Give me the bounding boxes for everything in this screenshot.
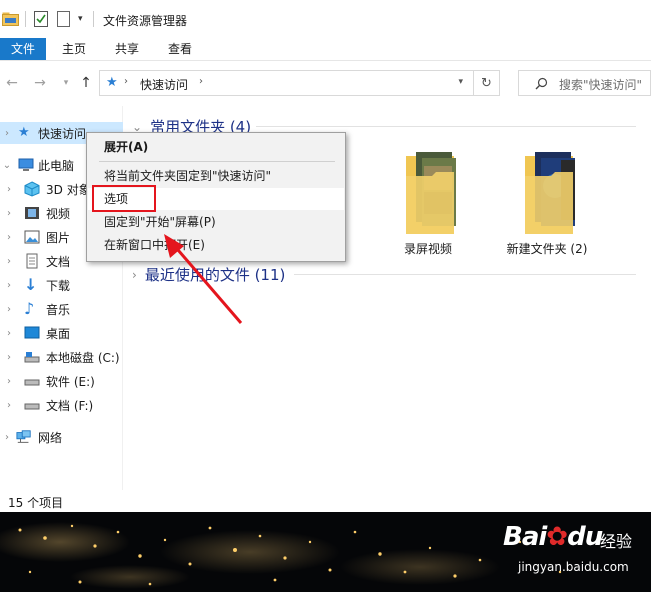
computer-icon: [18, 158, 34, 171]
search-icon: [535, 77, 548, 90]
paw-icon: ✿: [546, 522, 568, 552]
nav-label: 网络: [38, 430, 63, 445]
search-placeholder: 搜索"快速访问": [559, 78, 643, 92]
desktop-background: Bai✿du 经验 jingyan.baidu.com: [0, 512, 651, 592]
nav-label: 快速访问: [38, 126, 87, 141]
divider: [93, 11, 94, 27]
3d-objects-icon: [24, 181, 40, 197]
jingyan-label: 经验: [600, 532, 633, 551]
breadcrumb[interactable]: 快速访问: [140, 76, 188, 93]
new-folder-icon[interactable]: [57, 11, 70, 27]
chevron-right-icon[interactable]: ›: [4, 280, 14, 291]
chevron-down-icon[interactable]: ▾: [78, 14, 83, 24]
item-count: 15 个项目: [8, 496, 64, 510]
forward-button[interactable]: →: [32, 75, 48, 91]
nav-item-drive-e[interactable]: › 软件 (E:): [0, 370, 123, 392]
chevron-right-icon[interactable]: ›: [132, 268, 137, 282]
group-header-recent[interactable]: › 最近使用的文件 (11): [132, 264, 285, 285]
chevron-right-icon[interactable]: ›: [4, 208, 14, 219]
group-label: 最近使用的文件 (11): [144, 266, 286, 284]
nav-label: 本地磁盘 (C:): [46, 350, 120, 365]
nav-label: 3D 对象: [46, 182, 91, 197]
recent-locations-button[interactable]: ▾: [58, 75, 74, 91]
folder-item[interactable]: 录屏视频: [378, 106, 478, 256]
folder-label: 录屏视频: [403, 242, 452, 256]
menu-item-pin-start[interactable]: 固定到"开始"屏幕(P): [88, 211, 344, 233]
chevron-right-icon[interactable]: ›: [124, 76, 128, 87]
tab-view[interactable]: 查看: [160, 38, 200, 60]
music-icon: ♪: [24, 299, 35, 318]
chevron-right-icon[interactable]: ›: [4, 232, 14, 243]
back-button[interactable]: ←: [4, 75, 20, 91]
drive-icon: [24, 352, 40, 363]
window-title: 文件资源管理器: [103, 14, 188, 28]
chevron-right-icon[interactable]: ›: [2, 432, 12, 443]
nav-item-network[interactable]: › 网络: [0, 426, 123, 448]
drive-icon: [24, 379, 40, 386]
tab-share[interactable]: 共享: [107, 38, 147, 60]
menu-item-pin-quick-access[interactable]: 将当前文件夹固定到"快速访问": [88, 165, 344, 187]
nav-item-drive-f[interactable]: › 文档 (F:): [0, 394, 123, 416]
folder-icon[interactable]: [2, 11, 19, 26]
drive-icon: [24, 403, 40, 410]
baidu-logo: Bai✿du: [503, 522, 603, 552]
network-icon: [16, 430, 31, 443]
status-bar: 15 个项目: [0, 490, 651, 512]
menu-separator: [99, 161, 335, 162]
folder-icon: [525, 152, 575, 234]
folder-label: 新建文件夹 (2): [506, 242, 588, 256]
nav-label: 软件 (E:): [46, 374, 95, 389]
menu-item-expand[interactable]: 展开(A): [88, 136, 344, 158]
nav-label: 图片: [46, 230, 71, 245]
menu-item-open-new-window[interactable]: 在新窗口中打开(E): [88, 234, 344, 256]
nav-item-drive-c[interactable]: › 本地磁盘 (C:): [0, 346, 123, 368]
nav-item-downloads[interactable]: › ↓ 下载: [0, 274, 123, 296]
nav-label: 桌面: [46, 326, 71, 341]
chevron-right-icon[interactable]: ›: [4, 328, 14, 339]
dropdown-icon[interactable]: ▾: [458, 77, 463, 87]
watermark-url: jingyan.baidu.com: [518, 560, 629, 574]
address-bar[interactable]: ★ › 快速访问 › ▾ ↻: [99, 70, 500, 96]
chevron-down-icon[interactable]: ⌄: [2, 160, 12, 171]
chevron-right-icon[interactable]: ›: [2, 128, 12, 139]
chevron-right-icon[interactable]: ›: [199, 76, 203, 87]
divider: [25, 11, 26, 27]
nav-label: 文档 (F:): [46, 398, 94, 413]
nav-item-music[interactable]: › ♪ 音乐: [0, 298, 123, 320]
properties-icon[interactable]: [34, 11, 48, 27]
nav-label: 视频: [46, 206, 71, 221]
divider: [294, 274, 636, 275]
chevron-right-icon[interactable]: ›: [4, 376, 14, 387]
nav-item-desktop[interactable]: › 桌面: [0, 322, 123, 344]
title-bar: ▾ 文件资源管理器: [0, 0, 651, 38]
star-icon: ★: [106, 75, 118, 90]
tab-home[interactable]: 主页: [54, 38, 94, 60]
chevron-right-icon[interactable]: ›: [4, 184, 14, 195]
ribbon-tabs: 文件 主页 共享 查看: [0, 38, 651, 61]
chevron-right-icon[interactable]: ›: [4, 256, 14, 267]
chevron-right-icon[interactable]: ›: [4, 352, 14, 363]
star-icon: ★: [18, 125, 30, 140]
chevron-right-icon[interactable]: ›: [4, 400, 14, 411]
address-row: ← → ▾ ↑ ★ › 快速访问 › ▾ ↻ 搜索"快速访问": [0, 61, 651, 106]
chevron-right-icon[interactable]: ›: [4, 304, 14, 315]
search-input[interactable]: 搜索"快速访问": [518, 70, 651, 96]
download-icon: ↓: [24, 275, 38, 294]
pictures-folder-icon: [24, 230, 40, 244]
folder-item[interactable]: 新建文件夹 (2): [497, 106, 597, 256]
highlight-box: [92, 185, 156, 212]
tab-file[interactable]: 文件: [0, 38, 46, 60]
video-folder-icon: [25, 207, 39, 219]
nav-label: 音乐: [46, 302, 71, 317]
folder-icon: [406, 152, 456, 234]
nav-label: 下载: [46, 278, 71, 293]
up-button[interactable]: ↑: [78, 75, 94, 91]
documents-folder-icon: [26, 253, 38, 269]
refresh-button[interactable]: ↻: [473, 71, 499, 95]
nav-label: 此电脑: [38, 158, 75, 173]
desktop-icon: [24, 326, 40, 339]
nav-label: 文档: [46, 254, 71, 269]
